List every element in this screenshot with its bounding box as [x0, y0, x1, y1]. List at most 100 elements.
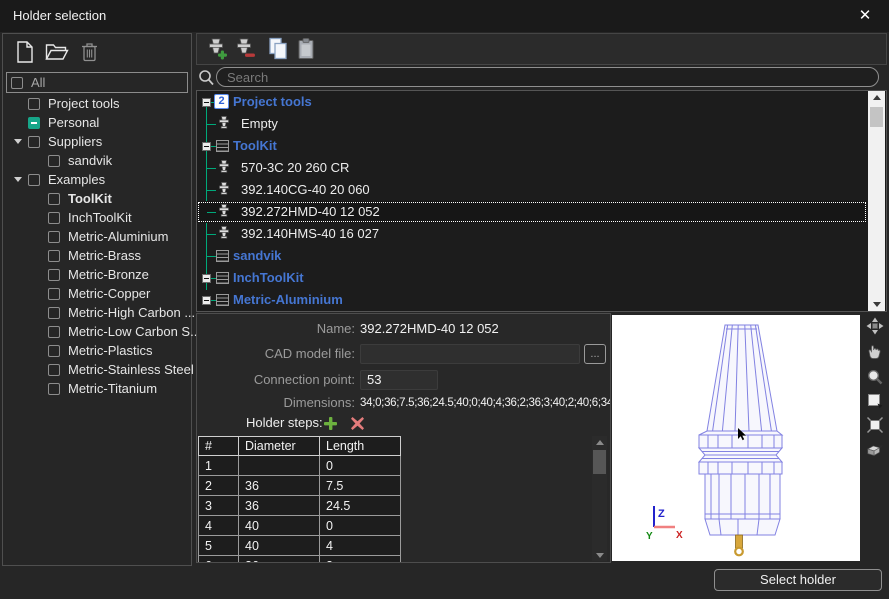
tree-item-holder-selected[interactable]: 392.272HMD-40 12 052: [197, 201, 867, 223]
name-value[interactable]: 392.272HMD-40 12 052: [360, 319, 499, 339]
tree-group-toolkit[interactable]: ToolKit: [197, 135, 867, 157]
tree-group-metric-aluminium[interactable]: Metric-Aluminium: [197, 289, 867, 311]
select-holder-button[interactable]: Select holder: [714, 569, 882, 591]
zoom-window-icon[interactable]: [866, 392, 884, 410]
checkbox[interactable]: [48, 193, 60, 205]
checkbox[interactable]: [48, 307, 60, 319]
chevron-down-icon[interactable]: [14, 139, 22, 144]
tree-item-metric-aluminium[interactable]: Metric-Aluminium: [3, 227, 191, 246]
checkbox[interactable]: [28, 98, 40, 110]
cad-model-file-input[interactable]: [360, 344, 580, 364]
table-row[interactable]: 6 36 2: [199, 556, 401, 564]
copy-button[interactable]: [266, 37, 292, 63]
tree-group-project-tools[interactable]: Project tools: [197, 91, 867, 113]
collapse-icon[interactable]: [202, 142, 211, 151]
checkbox[interactable]: [48, 326, 60, 338]
tree-item-metric-brass[interactable]: Metric-Brass: [3, 246, 191, 265]
tree-item-suppliers[interactable]: Suppliers: [3, 132, 191, 151]
collapse-icon[interactable]: [202, 274, 211, 283]
tree-item-holder[interactable]: 570-3C 20 260 CR: [197, 157, 867, 179]
tree-item-empty[interactable]: Empty: [197, 113, 867, 135]
tree-item-project-tools[interactable]: Project tools: [3, 94, 191, 113]
tree-group-sandvik[interactable]: sandvik: [197, 245, 867, 267]
checkbox[interactable]: [48, 269, 60, 281]
checkbox[interactable]: [48, 383, 60, 395]
delete-step-icon[interactable]: [350, 416, 365, 431]
paste-button[interactable]: [294, 37, 320, 63]
view-orientation-icon[interactable]: [866, 441, 884, 459]
axis-x-label: X: [676, 530, 683, 541]
tree-scrollbar[interactable]: [868, 91, 885, 311]
tree-item-examples[interactable]: Examples: [3, 170, 191, 189]
zoom-view-icon[interactable]: [866, 368, 884, 386]
tree-item-toolkit[interactable]: ToolKit: [3, 189, 191, 208]
delete-icon[interactable]: [81, 41, 98, 63]
holder-wireframe: Z Y X: [612, 315, 860, 561]
tree-item-personal[interactable]: Personal: [3, 113, 191, 132]
tree-item-metric-copper[interactable]: Metric-Copper: [3, 284, 191, 303]
new-document-icon[interactable]: [15, 41, 35, 63]
scrollbar-thumb[interactable]: [870, 107, 883, 127]
table-scrollbar[interactable]: [592, 436, 607, 561]
collapse-icon[interactable]: [202, 296, 211, 305]
checkbox[interactable]: [48, 231, 60, 243]
checkbox-partial[interactable]: [28, 117, 40, 129]
add-holder-icon: [203, 37, 229, 63]
tree-item-sandvik[interactable]: sandvik: [3, 151, 191, 170]
tree-item-metric-titanium[interactable]: Metric-Titanium: [3, 379, 191, 398]
column-diameter[interactable]: Diameter: [239, 437, 320, 456]
checkbox[interactable]: [48, 364, 60, 376]
checkbox[interactable]: [28, 136, 40, 148]
open-folder-icon[interactable]: [45, 41, 69, 63]
table-row[interactable]: 3 36 24.5: [199, 496, 401, 516]
scroll-up-icon[interactable]: [592, 436, 607, 449]
pan-view-icon[interactable]: [866, 343, 884, 361]
filter-all-row[interactable]: All: [6, 72, 188, 93]
tree-item-holder[interactable]: 392.140HMS-40 16 027: [197, 223, 867, 245]
column-number[interactable]: #: [199, 437, 239, 456]
scroll-up-icon[interactable]: [868, 91, 885, 105]
browse-button[interactable]: ...: [584, 344, 606, 364]
table-row[interactable]: 5 40 4: [199, 536, 401, 556]
checkbox[interactable]: [48, 212, 60, 224]
checkbox[interactable]: [48, 155, 60, 167]
tree-item-metric-high-carbon[interactable]: Metric-High Carbon ...: [3, 303, 191, 322]
tree-item-metric-low-carbon[interactable]: Metric-Low Carbon S...: [3, 322, 191, 341]
dimensions-value[interactable]: 34;0;36;7.5;36;24.5;40;0;40;4;36;2;36;3;…: [360, 393, 611, 413]
remove-holder-icon: [231, 37, 257, 63]
chevron-down-icon[interactable]: [14, 177, 22, 182]
tree-item-metric-bronze[interactable]: Metric-Bronze: [3, 265, 191, 284]
zoom-fit-icon[interactable]: [866, 416, 884, 434]
search-row: [196, 66, 887, 90]
collapse-icon[interactable]: [202, 98, 211, 107]
add-holder-button[interactable]: [203, 37, 229, 63]
toolkit-icon: [216, 250, 229, 262]
table-row[interactable]: 1 0: [199, 456, 401, 476]
scrollbar-thumb[interactable]: [593, 450, 606, 474]
close-icon[interactable]: ✕: [853, 4, 877, 28]
connection-point-input[interactable]: 53: [360, 370, 438, 390]
checkbox[interactable]: [48, 288, 60, 300]
checkbox[interactable]: [48, 345, 60, 357]
add-step-icon[interactable]: [323, 416, 338, 431]
name-label: Name:: [197, 319, 355, 339]
scroll-down-icon[interactable]: [868, 297, 885, 311]
toolkit-icon: [216, 272, 229, 284]
tree-item-metric-plastics[interactable]: Metric-Plastics: [3, 341, 191, 360]
all-checkbox[interactable]: [11, 77, 23, 89]
remove-holder-button[interactable]: [231, 37, 257, 63]
tree-item-holder[interactable]: 392.140CG-40 20 060: [197, 179, 867, 201]
checkbox[interactable]: [28, 174, 40, 186]
search-input[interactable]: [216, 67, 879, 87]
table-header-row: # Diameter Length: [199, 437, 401, 456]
tree-group-inchtoolkit[interactable]: InchToolKit: [197, 267, 867, 289]
table-row[interactable]: 4 40 0: [199, 516, 401, 536]
column-length[interactable]: Length: [320, 437, 401, 456]
scroll-down-icon[interactable]: [592, 548, 607, 561]
checkbox[interactable]: [48, 250, 60, 262]
table-row[interactable]: 2 36 7.5: [199, 476, 401, 496]
tree-item-inchtoolkit[interactable]: InchToolKit: [3, 208, 191, 227]
tree-item-metric-stainless-steel[interactable]: Metric-Stainless Steel: [3, 360, 191, 379]
rotate-view-icon[interactable]: [866, 317, 884, 335]
holder-3d-preview[interactable]: Z Y X: [612, 315, 860, 561]
